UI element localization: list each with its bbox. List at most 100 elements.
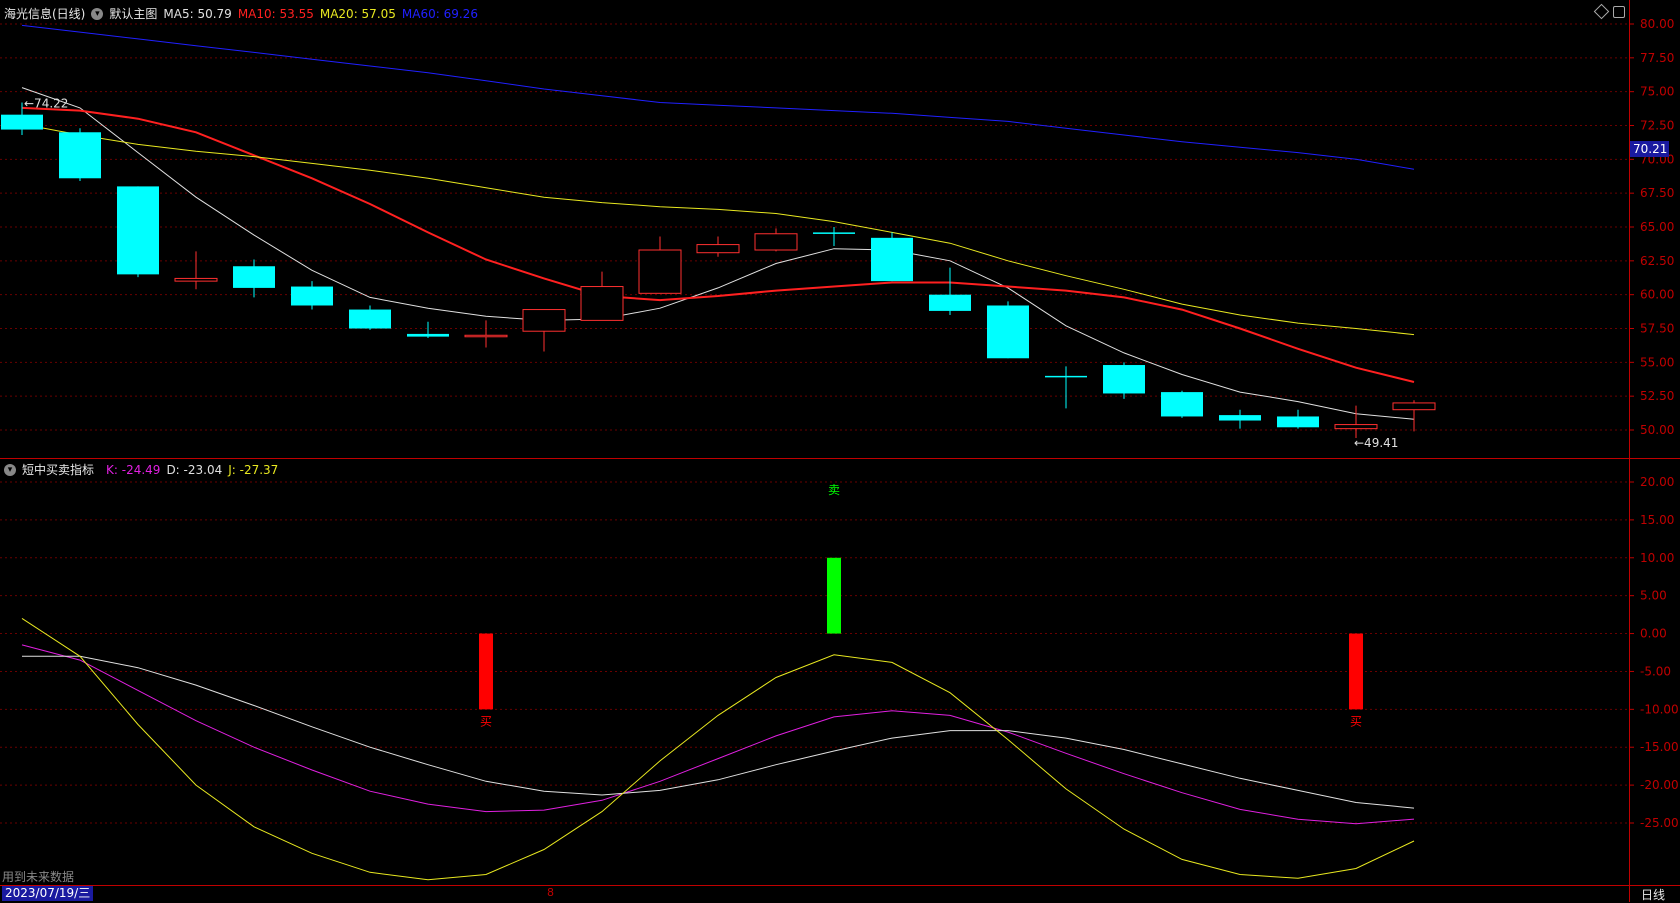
candle-body — [174, 277, 218, 282]
buy-signal-bar — [1349, 633, 1363, 710]
candle-body — [580, 286, 624, 321]
current-price-tag: 70.21 — [1630, 141, 1669, 157]
k-value: K: -24.49 — [106, 462, 161, 477]
buy-signal-label: 买 — [480, 714, 492, 728]
j-value: J: -27.37 — [228, 462, 279, 477]
ma60-line — [21, 24, 1415, 170]
price-grid — [0, 23, 1629, 431]
stock-name[interactable]: 海光信息(日线) — [4, 5, 85, 22]
axis-divider — [1629, 0, 1630, 902]
dropdown-icon[interactable]: ▾ — [91, 7, 104, 20]
candle — [464, 320, 508, 348]
future-data-note: 用到未来数据 — [2, 870, 75, 884]
candle-body — [1161, 392, 1203, 417]
price-panel-header: 海光信息(日线) ▾ 默认主图 MA5: 50.79 MA10: 53.55 M… — [4, 5, 478, 22]
candle-body — [1277, 416, 1319, 428]
candle-body — [929, 294, 971, 311]
chart-canvas[interactable]: 买卖买 80.0077.5075.0072.5070.0067.5065.006… — [0, 0, 1680, 902]
j-line — [21, 617, 1415, 881]
candle — [813, 227, 855, 246]
indicator-tick-label: 15.00 — [1640, 513, 1674, 527]
indicator-name[interactable]: 短中买卖指标 — [22, 461, 94, 478]
candle-body — [464, 334, 508, 338]
candle — [1219, 409, 1261, 429]
buy-signal-bar — [479, 633, 493, 710]
low-price-label: ←49.41 — [1354, 436, 1398, 450]
candle-body — [638, 249, 682, 294]
candle-body — [233, 266, 275, 288]
price-tick-label: 62.50 — [1640, 254, 1674, 268]
candle-body — [1045, 375, 1087, 378]
indicator-tick-label: 20.00 — [1640, 475, 1674, 489]
ma10-value: MA10: 53.55 — [237, 6, 314, 21]
menu-icon[interactable]: ▾ — [4, 463, 16, 476]
price-tick-label: 72.50 — [1640, 119, 1674, 133]
ma20-value: MA20: 57.05 — [319, 6, 396, 21]
indicator-tick-label: -5.00 — [1640, 664, 1671, 678]
panel-divider — [0, 458, 1680, 459]
sell-signal-label: 卖 — [828, 483, 840, 497]
candle — [696, 236, 740, 257]
indicator-tick-label: 0.00 — [1640, 627, 1667, 641]
month-marker: 8 — [547, 886, 554, 899]
price-tick-label: 77.50 — [1640, 51, 1674, 65]
indicator-tick-label: -20.00 — [1640, 778, 1679, 792]
candle — [522, 309, 566, 352]
candle — [754, 228, 798, 252]
ma20-line — [21, 123, 1415, 336]
moving-average-lines — [21, 24, 1415, 420]
candle — [638, 236, 682, 294]
candle-body — [987, 305, 1029, 359]
price-tick-label: 55.00 — [1640, 355, 1674, 369]
candle-body — [696, 244, 740, 254]
candle-body — [1, 114, 43, 130]
price-tick-label: 80.00 — [1640, 17, 1674, 31]
candle — [1277, 409, 1319, 429]
kdj-lines — [21, 617, 1415, 881]
d-value: D: -23.04 — [166, 462, 223, 477]
candle-body — [813, 232, 855, 234]
indicator-tick-label: -15.00 — [1640, 740, 1679, 754]
expand-icon[interactable] — [1613, 6, 1625, 18]
sell-signal-bar — [827, 557, 841, 634]
candle — [871, 232, 913, 282]
candle — [233, 259, 275, 298]
candle-body — [871, 237, 913, 282]
candle-body — [1334, 424, 1378, 430]
indicator-axis: 20.00 15.00 10.00 5.00 0.00 -5.00 -10.00 -15.00… — [1629, 475, 1679, 830]
candle — [929, 267, 971, 315]
candle — [580, 271, 624, 321]
candle-body — [291, 286, 333, 306]
candle — [117, 186, 159, 278]
candle — [174, 251, 218, 290]
candle — [1392, 400, 1436, 432]
period-button[interactable]: 日线 — [1641, 886, 1665, 903]
price-tick-label: 52.50 — [1640, 389, 1674, 403]
candle — [987, 301, 1029, 359]
price-tick-label: 50.00 — [1640, 423, 1674, 437]
candle-body — [1103, 365, 1145, 394]
ma5-value: MA5: 50.79 — [163, 6, 232, 21]
price-tick-label: 60.00 — [1640, 288, 1674, 302]
indicator-tick-label: -25.00 — [1640, 816, 1679, 830]
indicator-panel-header: ▾ 短中买卖指标 K: -24.49 D: -23.04 J: -27.37 — [4, 461, 278, 478]
candle-body — [522, 309, 566, 332]
candle-body — [117, 186, 159, 275]
candle-body — [1219, 415, 1261, 421]
high-price-label: ←74.22 — [24, 96, 68, 110]
template-name[interactable]: 默认主图 — [109, 5, 157, 22]
candle — [59, 128, 101, 181]
ma60-value: MA60: 69.26 — [401, 6, 478, 21]
price-tick-label: 65.00 — [1640, 220, 1674, 234]
candle-body — [59, 132, 101, 179]
candle — [349, 305, 391, 330]
candle-body — [754, 233, 798, 251]
price-axis: 80.0077.5075.0072.5070.0067.5065.0062.50… — [1629, 17, 1674, 437]
candle-body — [349, 309, 391, 329]
date-cursor-label: 2023/07/19/三 — [2, 886, 94, 901]
price-tick-label: 67.50 — [1640, 186, 1674, 200]
indicator-grid — [0, 481, 1629, 824]
buy-signal-label: 买 — [1350, 714, 1362, 728]
candle-body — [407, 333, 449, 337]
price-tick-label: 75.00 — [1640, 85, 1674, 99]
